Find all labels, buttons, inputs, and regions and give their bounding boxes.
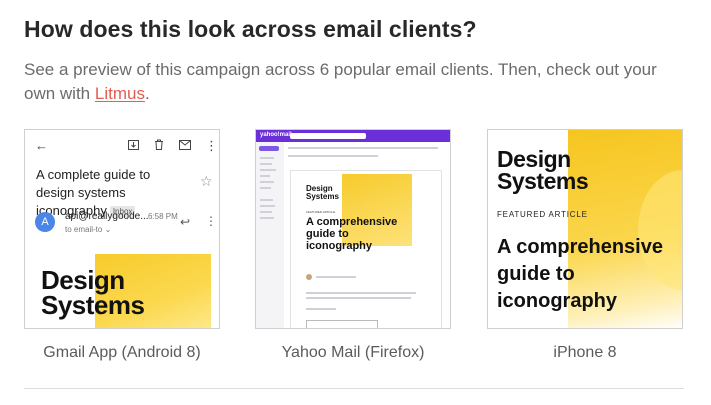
reply-icon: ↩: [180, 215, 191, 229]
cta-button: [306, 320, 378, 328]
sender-address: api@reallygoode...: [65, 211, 149, 222]
compose-button: [259, 146, 279, 151]
body-line: [306, 292, 416, 294]
featured-label: FEATURED ARTICLE: [306, 210, 336, 214]
brand-logo: Design Systems: [306, 185, 339, 201]
brand-line-1: Design: [497, 146, 571, 172]
gmail-toolbar: ← ⋮: [25, 130, 219, 164]
email-recipient-text: to email-to: [65, 225, 103, 234]
more-vertical-icon: ⋮: [205, 138, 218, 153]
page: How does this look across email clients?…: [0, 0, 711, 405]
litmus-link[interactable]: Litmus: [95, 84, 145, 103]
email-time: 6:58 PM: [148, 212, 178, 221]
brand-line-2: Systems: [306, 192, 339, 201]
folder-line: [260, 181, 274, 183]
email-recipient: to email-to ⌄: [65, 225, 112, 234]
more-vertical-icon: ⋮: [205, 214, 217, 228]
article-title: A comprehensive guide to iconography: [306, 216, 398, 252]
preview-caption-iphone: iPhone 8: [553, 344, 617, 361]
author-avatar: [306, 274, 312, 280]
search-input: [290, 133, 366, 139]
page-title: How does this look across email clients?: [24, 16, 477, 42]
preview-yahoo[interactable]: yahoo!mail Design Systems FEATURED ARTICL…: [255, 129, 451, 329]
brand-logo: Design Systems: [41, 267, 145, 320]
arrow-left-icon: ←: [35, 138, 48, 153]
yahoo-logo: yahoo!mail: [260, 132, 292, 138]
article-title: A comprehensive guide to iconography: [497, 236, 663, 312]
body-line: [306, 308, 336, 310]
description: See a preview of this campaign across 6 …: [24, 58, 684, 106]
folder-line: [260, 157, 274, 159]
archive-icon: [128, 139, 139, 153]
folder-line: [260, 187, 271, 189]
featured-label: FEATURED ARTICLE: [497, 210, 588, 219]
subject-line: [288, 155, 378, 157]
brand-line-2: Systems: [497, 168, 589, 194]
folder-line: [260, 169, 276, 171]
brand-logo: Design Systems: [497, 146, 589, 194]
author-line: [316, 276, 356, 278]
folder-line: [260, 199, 273, 201]
brand-line-2: Systems: [41, 290, 145, 320]
divider: [24, 388, 684, 389]
body-line: [306, 297, 411, 299]
folder-line: [260, 175, 270, 177]
trash-icon: [154, 139, 164, 153]
description-end: .: [144, 84, 150, 103]
preview-iphone[interactable]: Design Systems FEATURED ARTICLE A compreh…: [487, 129, 683, 329]
preview-gmail[interactable]: ← ⋮ A complete guide to design systems i…: [24, 129, 220, 329]
folder-line: [260, 205, 275, 207]
folder-line: [260, 163, 272, 165]
star-icon: ☆: [200, 173, 213, 189]
preview-caption-yahoo: Yahoo Mail (Firefox): [281, 344, 425, 361]
toolbar-line: [288, 147, 438, 149]
folder-line: [260, 211, 272, 213]
preview-caption-gmail: Gmail App (Android 8): [43, 344, 201, 361]
folder-line: [260, 217, 274, 219]
envelope-icon: [179, 139, 191, 153]
yahoo-header: yahoo!mail: [256, 130, 450, 142]
avatar: A: [35, 212, 55, 232]
